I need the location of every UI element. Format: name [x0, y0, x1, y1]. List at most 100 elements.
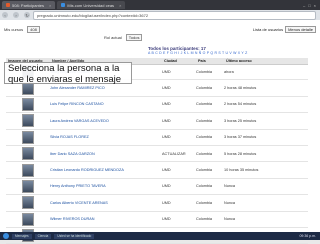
table-row: Laura Andrea VARGAS ACEVEDO UMD Colombia…	[6, 113, 308, 130]
reload-icon[interactable]: ↻	[24, 12, 30, 18]
course-label: Mis cursos	[4, 27, 24, 32]
country-cell: Colombia	[196, 118, 213, 123]
country-cell: Colombia	[196, 102, 213, 107]
address-bar: ‹ › ↻ pregrado.unimnuto.edu/blog/ia/user…	[0, 10, 320, 20]
city-cell: UMD	[162, 200, 171, 205]
country-cell: Colombia	[196, 151, 213, 156]
last-access-cell: 3 horas 37 minutos	[224, 135, 257, 140]
user-name-link[interactable]: Wilmer RIVEROS DURAN	[50, 217, 162, 221]
header-city[interactable]: Ciudad	[164, 59, 198, 63]
favicon-icon	[61, 3, 66, 7]
avatar-cell	[6, 114, 50, 128]
avatar-cell	[6, 163, 50, 177]
avatar[interactable]	[22, 147, 34, 161]
user-name-link[interactable]: Silvia ROJAS FLOREZ	[50, 135, 162, 139]
avatar-cell	[6, 179, 50, 193]
header-country[interactable]: País	[198, 59, 226, 63]
user-name-link[interactable]: Laura Andrea VARGAS ACEVEDO	[50, 119, 162, 123]
taskbar-item[interactable]: Mensajes	[12, 233, 32, 239]
last-access-cell: 5 horas 28 minutos	[224, 151, 257, 156]
last-access-cell: 2 horas 54 minutos	[224, 102, 257, 107]
last-access-cell: ahora	[224, 69, 234, 74]
os-taskbar: Mensajes Ciencia Usted se ha identificad…	[0, 232, 320, 240]
avatar[interactable]	[22, 179, 34, 193]
user-list-filter: Lista de usuarios Menos detalle	[253, 26, 316, 33]
browser-titlebar: 508: Participantes × Mis.com Universidad…	[0, 0, 320, 10]
tab-second[interactable]: Mis.com Universidad ceas ×	[57, 1, 126, 9]
avatar-cell	[6, 130, 50, 144]
avatar-cell	[6, 196, 50, 210]
city-cell: UMD	[162, 135, 171, 140]
user-name-link[interactable]: Carlos Alberto VICENTE ARENAS	[50, 201, 162, 205]
close-window-icon[interactable]: ×	[314, 3, 316, 8]
avatar[interactable]	[22, 163, 34, 177]
filter-select[interactable]: Menos detalle	[285, 26, 316, 33]
table-row: Carlos Alberto VICENTE ARENAS UMD Colomb…	[6, 195, 308, 212]
user-name-link[interactable]: Iber Dario SAZA GARZON	[50, 152, 162, 156]
close-tab-icon[interactable]: ×	[119, 3, 121, 8]
clock: 09:36 p.m.	[299, 234, 316, 238]
header-last-access[interactable]: Último acceso	[226, 59, 286, 63]
avatar-cell	[6, 97, 50, 111]
page-content: Mis cursos 408 Rol actual Todos Lista de…	[0, 20, 320, 244]
city-cell: UMD	[162, 217, 171, 222]
course-select[interactable]: 408	[27, 26, 40, 33]
last-access-cell: 2 horas 48 minutos	[224, 86, 257, 91]
forward-icon[interactable]: ›	[13, 12, 19, 18]
last-access-cell: 3 horas 25 minutos	[224, 118, 257, 123]
alphabet-filter[interactable]: A B C D E F G H I J K L M N Ñ O P Q R S …	[148, 51, 247, 55]
avatar-cell	[6, 212, 50, 226]
tab-label: Mis.com Universidad ceas	[67, 2, 115, 8]
avatar[interactable]	[22, 114, 34, 128]
role-select[interactable]: Todos	[125, 34, 143, 41]
country-cell: Colombia	[196, 69, 213, 74]
maximize-icon[interactable]: □	[308, 3, 310, 8]
country-cell: Colombia	[196, 217, 213, 222]
last-access-cell: Nunca	[224, 217, 235, 222]
avatar[interactable]	[22, 196, 34, 210]
taskbar-item[interactable]: Usted se ha identificado	[54, 233, 95, 239]
tab-participants[interactable]: 508: Participantes ×	[2, 1, 56, 9]
country-cell: Colombia	[196, 135, 213, 140]
favicon-icon	[6, 3, 10, 7]
city-cell: UMD	[162, 69, 171, 74]
user-name-link[interactable]: Cristian Leonardo RODRIGUEZ MENDOZA	[50, 168, 162, 172]
table-row: Cristian Leonardo RODRIGUEZ MENDOZA UMD …	[6, 162, 308, 179]
instruction-callout: Selecciona la persona a la que le enviar…	[4, 62, 132, 84]
table-row: Luis Felipe RINCON CASTANO UMD Colombia …	[6, 97, 308, 114]
start-button-icon[interactable]	[3, 233, 9, 239]
avatar[interactable]	[22, 97, 34, 111]
city-cell: UMD	[162, 102, 171, 107]
country-cell: Colombia	[196, 86, 213, 91]
city-cell: UMD	[162, 184, 171, 189]
taskbar-item[interactable]: Ciencia	[34, 233, 52, 239]
table-row: Iber Dario SAZA GARZON ACTUALIZAR Colomb…	[6, 146, 308, 163]
user-name-link[interactable]: Henry Anthony PRIETO TAVERA	[50, 184, 162, 188]
table-row: Wilmer RIVEROS DURAN UMD Colombia Nunca	[6, 212, 308, 228]
last-access-cell: Nunca	[224, 200, 235, 205]
tab-label: 508: Participantes	[12, 2, 45, 8]
minimize-icon[interactable]: –	[303, 3, 305, 8]
country-cell: Colombia	[196, 184, 213, 189]
last-access-cell: Nunca	[224, 184, 235, 189]
country-cell: Colombia	[196, 200, 213, 205]
participants-table: Yeiny Alejandra OCAMPO LOPEZ UMD Colombi…	[6, 64, 308, 244]
avatar-cell	[6, 147, 50, 161]
city-cell: UMD	[162, 168, 171, 173]
window-controls: – □ ×	[303, 3, 320, 8]
url-field[interactable]: pregrado.unimnuto.edu/blog/ia/user/index…	[33, 10, 316, 20]
close-tab-icon[interactable]: ×	[49, 3, 51, 8]
last-access-cell: 10 horas 35 minutos	[224, 168, 259, 173]
country-cell: Colombia	[196, 168, 213, 173]
avatar[interactable]	[22, 130, 34, 144]
table-row: Henry Anthony PRIETO TAVERA UMD Colombia…	[6, 179, 308, 196]
role-label: Rol actual	[104, 35, 122, 40]
user-name-link[interactable]: Luis Felipe RINCON CASTANO	[50, 102, 162, 106]
city-cell: UMD	[162, 86, 171, 91]
city-cell: ACTUALIZAR	[162, 151, 186, 156]
avatar[interactable]	[22, 212, 34, 226]
city-cell: UMD	[162, 118, 171, 123]
back-icon[interactable]: ‹	[2, 12, 8, 18]
user-name-link[interactable]: John Alexander RAMIREZ PICO	[50, 86, 162, 90]
filter-label: Lista de usuarios	[252, 27, 284, 32]
